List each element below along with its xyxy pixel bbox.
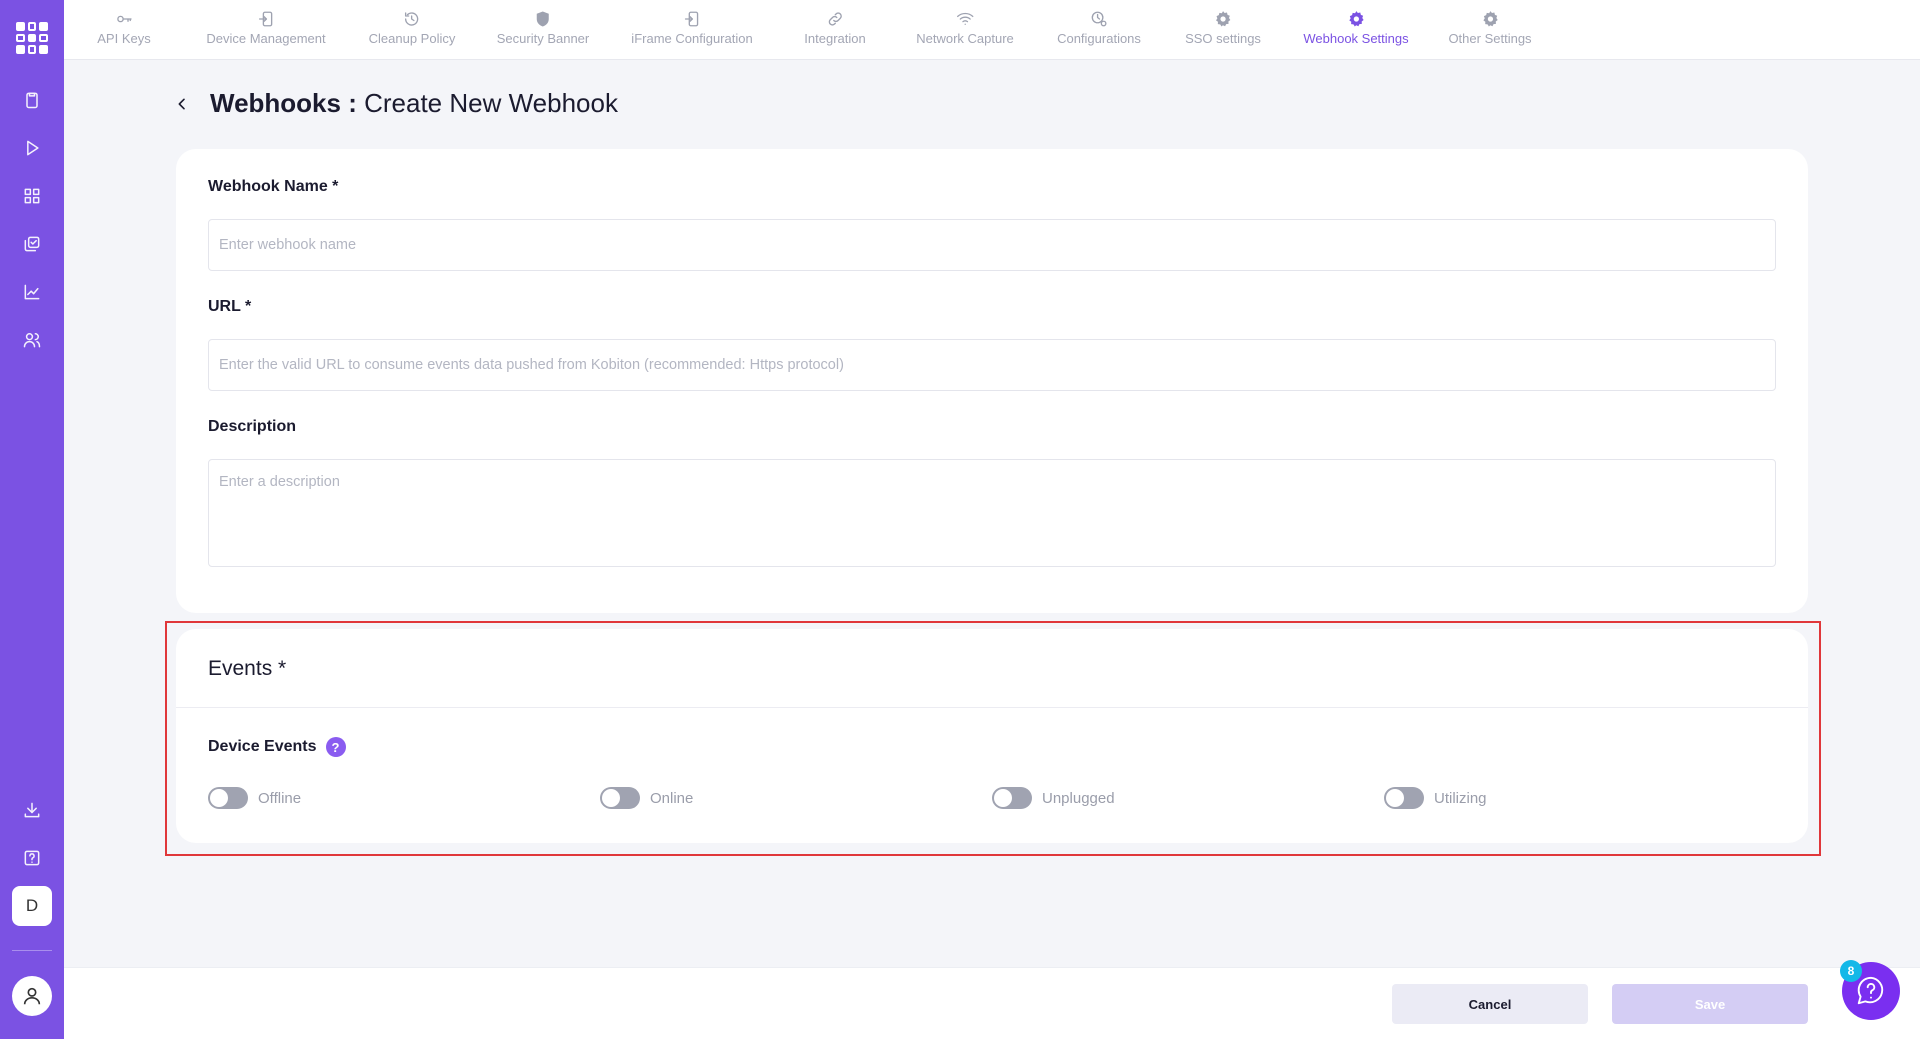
webhook-name-label: Webhook Name *: [208, 178, 339, 195]
gear-icon: [1482, 11, 1498, 27]
url-label: URL *: [208, 298, 252, 315]
device-events-heading: Device Events ?: [208, 737, 346, 757]
help-chat-icon: [1857, 976, 1884, 1005]
events-card: Events * Device Events ? Offline Online …: [176, 629, 1808, 843]
grid-icon[interactable]: [20, 184, 44, 208]
toggle-label: Offline: [258, 789, 302, 807]
tab-label: Other Settings: [1448, 31, 1532, 46]
tab-network-capture[interactable]: Network Capture: [916, 10, 1014, 50]
toggle-label: Unplugged: [1042, 789, 1115, 807]
notification-count-badge: 8: [1840, 960, 1862, 982]
download-icon[interactable]: [20, 798, 44, 822]
description-label: Description: [208, 418, 297, 435]
user-icon: [23, 987, 41, 1005]
key-icon: [116, 15, 132, 23]
tab-label: Device Management: [206, 31, 326, 46]
toggle-offline[interactable]: Offline: [208, 787, 301, 809]
unplugged-switch[interactable]: [992, 787, 1032, 809]
device-events-label: Device Events: [208, 738, 317, 755]
online-switch[interactable]: [600, 787, 640, 809]
toggle-label: Utilizing: [1434, 789, 1487, 807]
tab-label: Webhook Settings: [1303, 31, 1409, 46]
events-title: Events *: [208, 657, 287, 680]
tab-device-management[interactable]: Device Management: [206, 10, 326, 50]
chevron-left-icon: [178, 98, 185, 110]
copy-check-icon[interactable]: [20, 232, 44, 256]
tab-webhook-settings[interactable]: Webhook Settings: [1303, 10, 1409, 50]
tab-configurations[interactable]: Configurations: [1057, 10, 1141, 50]
page-title: Webhooks : Create New Webhook: [210, 88, 618, 119]
toggle-label: Online: [650, 789, 694, 807]
tab-integration[interactable]: Integration: [804, 10, 866, 50]
events-divider: [176, 707, 1808, 708]
toggle-online[interactable]: Online: [600, 787, 693, 809]
back-button[interactable]: [170, 92, 194, 116]
tab-label: Integration: [804, 31, 866, 46]
sidebar-divider: [12, 950, 52, 951]
tab-other-settings[interactable]: Other Settings: [1448, 10, 1532, 50]
webhook-name-input[interactable]: [208, 219, 1776, 271]
user-profile-avatar[interactable]: [12, 976, 52, 1016]
tab-label: Security Banner: [496, 31, 590, 46]
tab-label: API Keys: [97, 31, 151, 46]
description-textarea[interactable]: [208, 459, 1776, 567]
tab-label: SSO settings: [1185, 31, 1261, 46]
clipboard-icon[interactable]: [20, 88, 44, 112]
device-login-icon: [684, 11, 698, 27]
gear-icon: [1348, 11, 1364, 27]
settings-tabs-bar: API Keys Device Management Cleanup Polic…: [64, 0, 1920, 60]
device-login-icon: [258, 11, 272, 27]
tab-iframe-configuration[interactable]: iFrame Configuration: [631, 10, 753, 50]
tab-label: Network Capture: [916, 31, 1014, 46]
help-circle-icon[interactable]: ?: [325, 737, 346, 757]
page-title-subtitle: Create New Webhook: [364, 88, 618, 118]
workspace-avatar[interactable]: D: [12, 886, 52, 926]
clock-gear-icon: [1091, 11, 1107, 27]
tab-label: Configurations: [1057, 31, 1141, 46]
tab-cleanup-policy[interactable]: Cleanup Policy: [368, 10, 456, 50]
toggle-utilizing[interactable]: Utilizing: [1384, 787, 1487, 809]
history-icon: [405, 12, 419, 26]
toggle-unplugged[interactable]: Unplugged: [992, 787, 1115, 809]
play-icon[interactable]: [20, 136, 44, 160]
shield-icon: [537, 11, 549, 27]
wifi-icon: [956, 12, 974, 25]
tab-sso-settings[interactable]: SSO settings: [1185, 10, 1261, 50]
trend-chart-icon[interactable]: [20, 280, 44, 304]
webhook-form-card: Webhook Name * URL * Description: [176, 149, 1808, 613]
page-title-section: Webhooks :: [210, 88, 357, 118]
users-icon[interactable]: [20, 328, 44, 352]
gear-icon: [1215, 11, 1231, 27]
app-logo[interactable]: [16, 22, 48, 54]
utilizing-switch[interactable]: [1384, 787, 1424, 809]
sidebar: D: [0, 0, 64, 1039]
help-square-icon[interactable]: [20, 846, 44, 870]
tab-security-banner[interactable]: Security Banner: [496, 10, 590, 50]
link-icon: [828, 12, 842, 26]
url-input[interactable]: [208, 339, 1776, 391]
offline-switch[interactable]: [208, 787, 248, 809]
tab-api-keys[interactable]: API Keys: [97, 10, 151, 50]
cancel-button[interactable]: Cancel: [1392, 984, 1588, 1024]
tab-label: Cleanup Policy: [368, 31, 456, 46]
tab-label: iFrame Configuration: [631, 31, 753, 46]
save-button[interactable]: Save: [1612, 984, 1808, 1024]
